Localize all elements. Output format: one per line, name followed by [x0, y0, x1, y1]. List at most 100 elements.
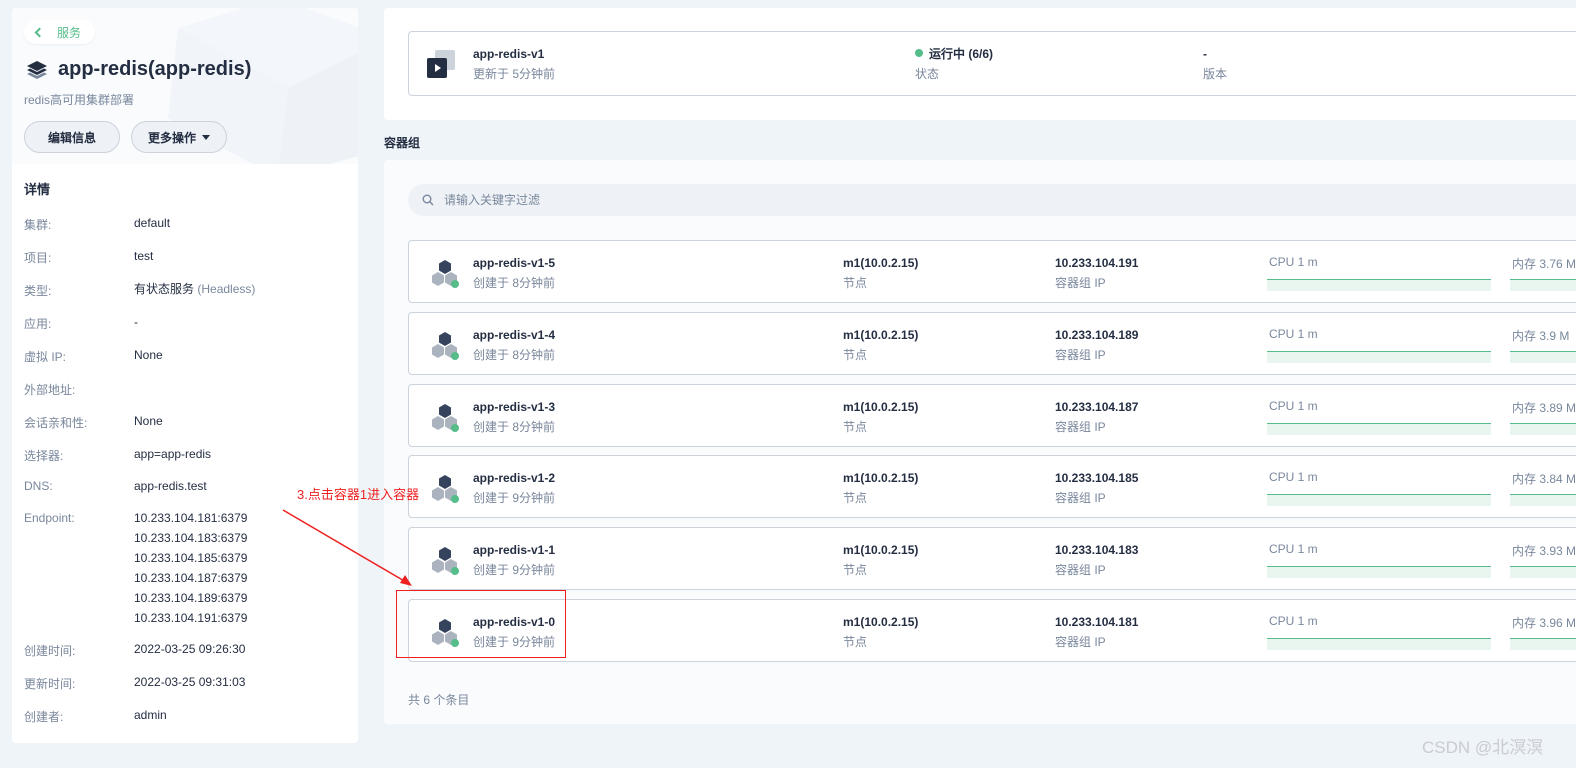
workload-name[interactable]: app-redis-v1 — [473, 46, 555, 62]
pod-memory-usage: 内存 3.84 M — [1512, 472, 1576, 486]
cpu-sparkline — [1267, 638, 1491, 650]
chevron-left-icon — [34, 27, 45, 38]
pod-node-cell: m1(10.0.2.15) 节点 — [843, 614, 918, 650]
pod-ip-label: 容器组 IP — [1055, 491, 1106, 505]
pod-node: m1(10.0.2.15) — [843, 256, 919, 270]
pod-name[interactable]: app-redis-v1-4 — [473, 327, 555, 343]
endpoint-item: 10.233.104.183:6379 — [134, 531, 248, 545]
detail-value: default — [134, 216, 171, 230]
service-type-extra: (Headless) — [197, 282, 256, 296]
pod-ip-label: 容器组 IP — [1055, 635, 1106, 649]
memory-sparkline — [1510, 566, 1576, 578]
pod-node: m1(10.0.2.15) — [843, 471, 919, 485]
pod-node: m1(10.0.2.15) — [843, 543, 919, 557]
pod-ip-label: 容器组 IP — [1055, 276, 1106, 290]
workload-status-label: 状态 — [915, 67, 940, 81]
detail-key: 集群: — [24, 218, 52, 232]
pod-memory-usage: 内存 3.89 M — [1512, 401, 1576, 415]
endpoint-item: 10.233.104.181:6379 — [134, 511, 248, 525]
detail-key: DNS: — [24, 479, 53, 493]
pod-row[interactable]: app-redis-v1-1 创建于 9分钟前 m1(10.0.2.15) 节点… — [408, 527, 1576, 590]
pod-memory-usage: 内存 3.96 M — [1512, 616, 1576, 630]
pod-node-cell: m1(10.0.2.15) 节点 — [843, 327, 918, 363]
pod-node-label: 节点 — [843, 635, 868, 649]
pod-row[interactable]: app-redis-v1-0 创建于 9分钟前 m1(10.0.2.15) 节点… — [408, 599, 1576, 662]
pod-row[interactable]: app-redis-v1-4 创建于 8分钟前 m1(10.0.2.15) 节点… — [408, 312, 1576, 375]
pod-ip-label: 容器组 IP — [1055, 420, 1106, 434]
detail-value: app=app-redis — [134, 447, 212, 461]
detail-key: 虚拟 IP: — [24, 350, 67, 364]
detail-value: 2022-03-25 09:26:30 — [134, 642, 246, 656]
workload-statefulset-icon — [427, 50, 455, 78]
workload-version-cell: - 版本 — [1203, 46, 1227, 82]
pod-name-cell: app-redis-v1-4 创建于 8分钟前 — [473, 327, 555, 363]
service-type: 有状态服务 — [134, 282, 195, 296]
pod-ip: 10.233.104.181 — [1055, 615, 1139, 629]
pod-icon — [432, 475, 459, 503]
pod-ip-label: 容器组 IP — [1055, 348, 1106, 362]
pod-node-label: 节点 — [843, 276, 868, 290]
detail-key: 创建者: — [24, 710, 64, 724]
pod-node-cell: m1(10.0.2.15) 节点 — [843, 255, 918, 291]
pod-search-bar[interactable] — [408, 184, 1576, 216]
pod-memory-usage: 内存 3.9 M — [1512, 329, 1570, 343]
endpoint-item: 10.233.104.185:6379 — [134, 551, 248, 565]
pods-section-title: 容器组 — [384, 136, 421, 150]
pod-node: m1(10.0.2.15) — [843, 328, 919, 342]
running-status-dot — [915, 49, 923, 57]
service-title: app-redis(app-redis) — [58, 58, 252, 80]
pod-ip: 10.233.104.185 — [1055, 471, 1139, 485]
pod-name[interactable]: app-redis-v1-5 — [473, 255, 555, 271]
memory-sparkline — [1510, 351, 1576, 363]
detail-value: admin — [134, 708, 167, 722]
endpoint-item: 10.233.104.191:6379 — [134, 611, 248, 625]
pod-name[interactable]: app-redis-v1-1 — [473, 542, 555, 558]
more-actions-button[interactable]: 更多操作 — [131, 121, 227, 153]
workload-name-cell: app-redis-v1 更新于 5分钟前 — [473, 46, 555, 82]
pod-ip-cell: 10.233.104.181 容器组 IP — [1055, 614, 1138, 650]
edit-info-label: 编辑信息 — [47, 130, 96, 145]
back-to-services-button[interactable]: 服务 — [24, 20, 96, 44]
pod-ip: 10.233.104.187 — [1055, 400, 1139, 414]
detail-value: None — [134, 414, 163, 428]
workload-status-cell: 运行中 (6/6) 状态 — [915, 46, 993, 82]
detail-value: - — [134, 315, 138, 329]
pod-ip-cell: 10.233.104.191 容器组 IP — [1055, 255, 1138, 291]
detail-key: 应用: — [24, 317, 52, 331]
pod-memory-usage: 内存 3.93 M — [1512, 544, 1576, 558]
caret-down-icon — [202, 134, 210, 140]
pod-name[interactable]: app-redis-v1-3 — [473, 399, 555, 415]
pod-node-label: 节点 — [843, 563, 868, 577]
service-layers-icon — [27, 60, 47, 79]
workload-row[interactable]: app-redis-v1 更新于 5分钟前 运行中 (6/6) 状态 - 版本 — [408, 31, 1576, 96]
pod-row[interactable]: app-redis-v1-3 创建于 8分钟前 m1(10.0.2.15) 节点… — [408, 384, 1576, 447]
pod-created: 创建于 9分钟前 — [473, 491, 556, 505]
detail-key: 类型: — [24, 284, 52, 298]
annotation-text: 3.点击容器1进入容器 — [297, 487, 420, 502]
pod-cpu-usage: CPU 1 m — [1269, 614, 1318, 628]
pod-icon — [432, 332, 459, 360]
pod-icon — [432, 260, 459, 288]
workload-updated: 更新于 5分钟前 — [473, 67, 556, 81]
pod-ip-cell: 10.233.104.183 容器组 IP — [1055, 542, 1138, 578]
workload-version: - — [1203, 47, 1207, 61]
cpu-sparkline — [1267, 423, 1491, 435]
pod-ip: 10.233.104.183 — [1055, 543, 1139, 557]
pod-name[interactable]: app-redis-v1-2 — [473, 470, 555, 486]
memory-sparkline — [1510, 279, 1576, 291]
edit-info-button[interactable]: 编辑信息 — [24, 121, 120, 153]
pod-icon — [432, 547, 459, 575]
page-title: app-redis(app-redis) — [26, 58, 251, 81]
pod-created: 创建于 8分钟前 — [473, 420, 556, 434]
more-actions-label: 更多操作 — [147, 130, 196, 145]
detail-value: 2022-03-25 09:31:03 — [134, 675, 246, 689]
pod-row[interactable]: app-redis-v1-5 创建于 8分钟前 m1(10.0.2.15) 节点… — [408, 240, 1576, 303]
pod-ip-label: 容器组 IP — [1055, 563, 1106, 577]
pod-row[interactable]: app-redis-v1-2 创建于 9分钟前 m1(10.0.2.15) 节点… — [408, 455, 1576, 518]
pod-name-cell: app-redis-v1-2 创建于 9分钟前 — [473, 470, 555, 506]
pod-ip-cell: 10.233.104.189 容器组 IP — [1055, 327, 1138, 363]
pod-search-input[interactable] — [444, 193, 844, 207]
detail-value: None — [134, 348, 163, 362]
detail-key: 外部地址: — [24, 383, 76, 397]
pod-node-label: 节点 — [843, 348, 868, 362]
